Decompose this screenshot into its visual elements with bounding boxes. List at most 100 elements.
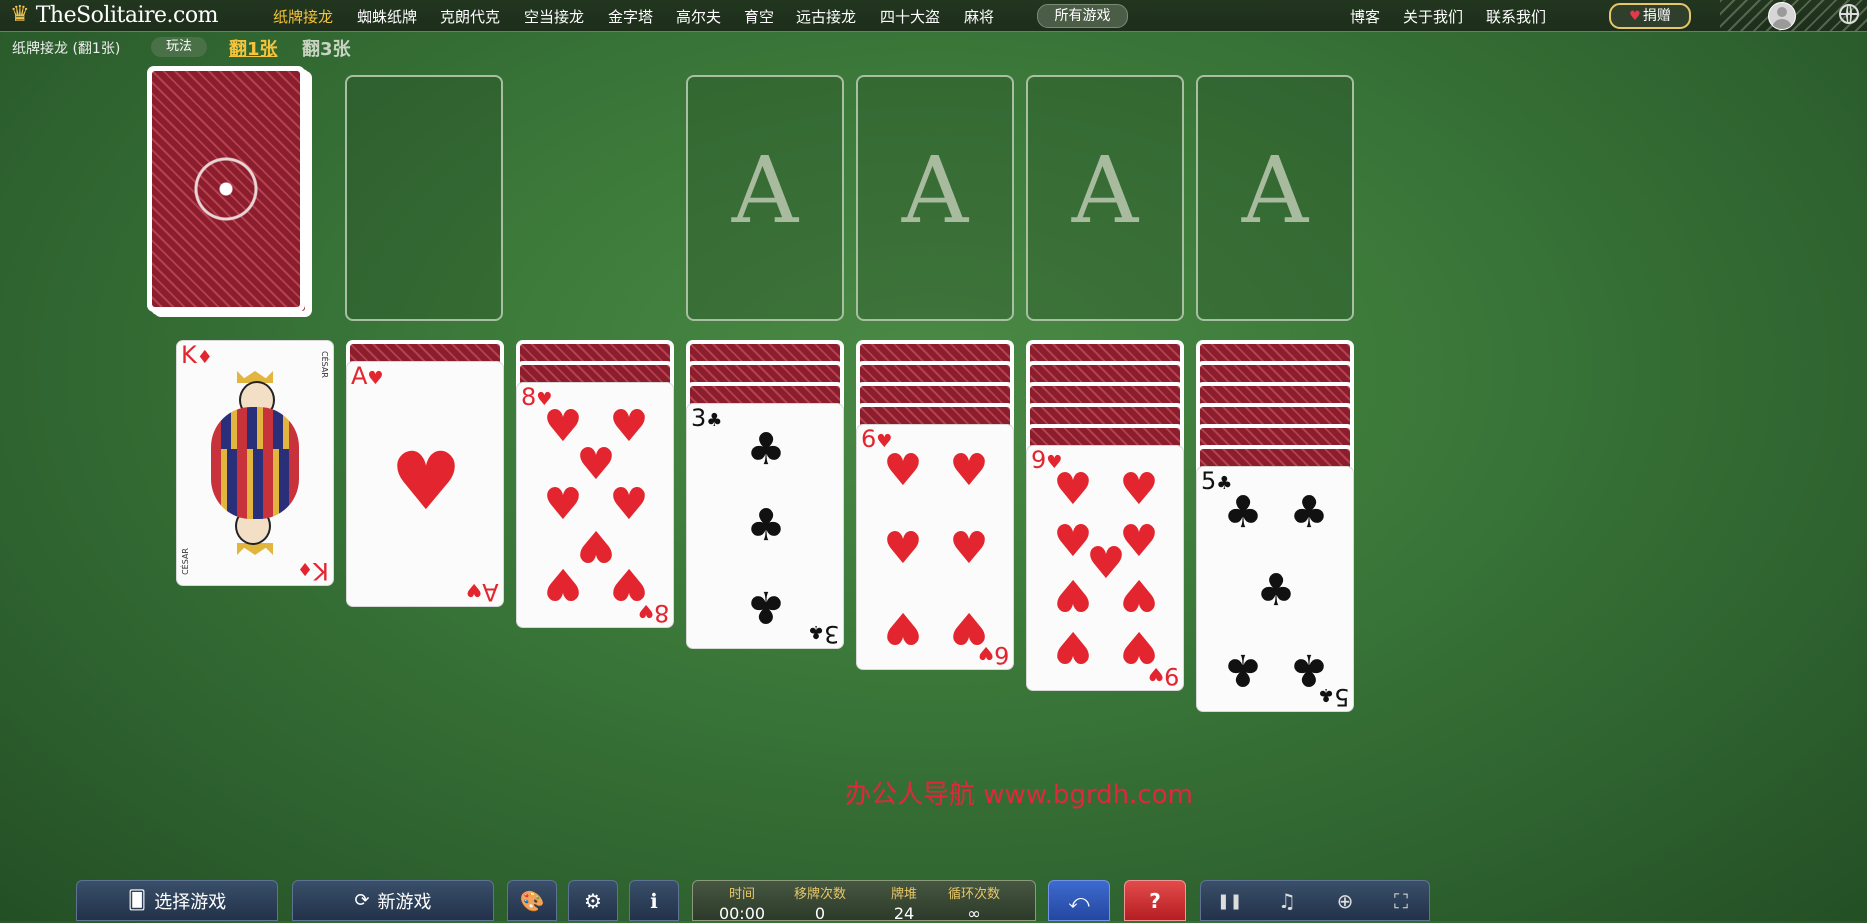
nav-item-ancient[interactable]: 远古接龙 xyxy=(796,6,856,27)
choose-game-button[interactable]: 🂠 选择游戏 xyxy=(76,880,278,921)
logo-text: TheSolitaire.com xyxy=(35,2,219,28)
card-corner: K♦ xyxy=(297,557,329,585)
card-maker-mark: CÉSAR xyxy=(181,548,190,575)
nav-item-spider[interactable]: 蜘蛛纸牌 xyxy=(357,6,417,27)
suit-pip: ♥ xyxy=(543,558,583,609)
suit-pip: ♣ xyxy=(1256,565,1296,616)
foundation-slot-3[interactable]: A xyxy=(1026,75,1184,321)
suit-pip: ♣ xyxy=(746,500,786,551)
control-panel: ❚❚ ♫ ⊕ ⛶ xyxy=(1200,880,1430,921)
waste-pile-slot[interactable] xyxy=(345,75,503,321)
foundation-slot-2[interactable]: A xyxy=(856,75,1014,321)
rules-button[interactable]: 玩法 xyxy=(151,37,207,57)
card-corner: A♥ xyxy=(351,362,384,390)
foundation-placeholder: A xyxy=(1071,137,1139,244)
info-icon: ℹ xyxy=(650,888,658,913)
zoom-icon[interactable]: ⊕ xyxy=(1333,889,1357,913)
suit-pip: ♥ xyxy=(1119,569,1159,620)
foundation-placeholder: A xyxy=(901,137,969,244)
donate-label: 捐赠 xyxy=(1642,8,1671,24)
heart-icon: ♥ xyxy=(1629,9,1641,24)
tableau-card-three-clubs[interactable]: 3♣ ♣ ♣ ♣ 3♣ xyxy=(686,403,844,649)
king-illustration xyxy=(191,367,319,559)
tableau-card-ace-hearts[interactable]: A♥ ♥ A♥ xyxy=(346,361,504,607)
suit-pip: ♣ xyxy=(746,424,786,475)
suit-pip: ♥ xyxy=(883,523,923,574)
game-stats-panel: 时间 00:00 移牌次数 0 牌堆 24 循环次数 ∞ xyxy=(692,880,1036,923)
nav-item-klondike-alt[interactable]: 克朗代克 xyxy=(440,6,500,27)
top-nav-bar: ♛ TheSolitaire.com 纸牌接龙 蜘蛛纸牌 克朗代克 空当接龙 金… xyxy=(0,0,1867,32)
question-icon: ? xyxy=(1149,888,1161,913)
nav-item-freecell[interactable]: 空当接龙 xyxy=(524,6,584,27)
new-game-label: 新游戏 xyxy=(377,891,432,913)
nav-item-yukon[interactable]: 育空 xyxy=(744,6,774,27)
card-corner: 3♣ xyxy=(691,404,723,432)
stat-moves: 移牌次数 0 xyxy=(793,887,846,923)
palette-icon: 🎨 xyxy=(519,888,545,913)
suit-pip: ♥ xyxy=(1053,464,1093,515)
suit-pip: ♥ xyxy=(949,523,989,574)
theme-button[interactable]: 🎨 xyxy=(507,880,557,921)
nav-blog[interactable]: 博客 xyxy=(1350,6,1380,27)
suit-pip: ♥ xyxy=(883,602,923,653)
nav-item-golf[interactable]: 高尔夫 xyxy=(676,6,721,27)
tableau-card-six-hearts[interactable]: 6♥ ♥ ♥ ♥ ♥ ♥ ♥ 6♥ xyxy=(856,424,1014,670)
nav-item-klondike[interactable]: 纸牌接龙 xyxy=(273,6,333,27)
user-avatar[interactable] xyxy=(1768,2,1796,30)
foundation-placeholder: A xyxy=(1241,137,1309,244)
suit-pip: ♥ xyxy=(1119,464,1159,515)
suit-pip: ♥ xyxy=(949,445,989,496)
donate-button[interactable]: ♥ 捐赠 xyxy=(1609,3,1691,29)
suit-pip: ♣ xyxy=(1223,487,1263,538)
nav-item-forty-thieves[interactable]: 四十大盗 xyxy=(880,6,940,27)
card-corner: 6♥ xyxy=(977,641,1009,669)
stock-top-card[interactable] xyxy=(147,66,305,312)
cards-icon: 🂠 xyxy=(127,890,147,911)
card-corner: 8♥ xyxy=(637,599,669,627)
draw-one-option[interactable]: 翻1张 xyxy=(229,35,278,61)
card-corner: A♥ xyxy=(466,578,499,606)
nav-item-mahjong[interactable]: 麻将 xyxy=(964,6,994,27)
language-globe-icon[interactable] xyxy=(1839,4,1859,24)
foundation-placeholder: A xyxy=(731,137,799,244)
site-logo[interactable]: ♛ TheSolitaire.com xyxy=(10,2,218,28)
foundation-slot-4[interactable]: A xyxy=(1196,75,1354,321)
card-corner: 9♥ xyxy=(1147,662,1179,690)
suit-pip: ♥ xyxy=(1053,569,1093,620)
card-corner: 5♣ xyxy=(1317,683,1349,711)
game-subbar: 纸牌接龙 (翻1张) 玩法 翻1张 翻3张 xyxy=(0,31,400,61)
nav-about[interactable]: 关于我们 xyxy=(1403,6,1463,27)
watermark-text: 办公人导航 www.bgrdh.com xyxy=(845,780,1193,810)
stat-stock: 牌堆 24 xyxy=(890,887,917,923)
draw-three-option[interactable]: 翻3张 xyxy=(302,35,351,61)
nav-item-pyramid[interactable]: 金字塔 xyxy=(608,6,653,27)
tableau-card-king-diamonds[interactable]: K♦ CÉSAR CÉSAR K♦ xyxy=(176,340,334,586)
suit-pip: ♣ xyxy=(1289,487,1329,538)
choose-game-label: 选择游戏 xyxy=(154,891,227,913)
stat-cycles: 循环次数 ∞ xyxy=(947,887,1000,923)
fullscreen-icon[interactable]: ⛶ xyxy=(1389,889,1413,913)
crown-icon: ♛ xyxy=(10,2,30,27)
card-maker-mark: CÉSAR xyxy=(320,351,329,378)
suit-pip: ♥ xyxy=(1053,621,1093,672)
nav-contact[interactable]: 联系我们 xyxy=(1486,6,1546,27)
suit-pip: ♣ xyxy=(746,581,786,632)
game-title: 纸牌接龙 (翻1张) xyxy=(12,41,121,57)
gear-icon: ⚙ xyxy=(584,888,602,913)
new-game-button[interactable]: ⟳ 新游戏 xyxy=(292,880,494,921)
settings-button[interactable]: ⚙ xyxy=(568,880,618,921)
undo-icon: ⤺ xyxy=(1068,888,1090,913)
tableau-card-eight-hearts[interactable]: 8♥ ♥ ♥ ♥ ♥ ♥ ♥ ♥ ♥ 8♥ xyxy=(516,382,674,628)
hint-button[interactable]: ? xyxy=(1124,880,1186,921)
music-icon[interactable]: ♫ xyxy=(1275,889,1299,913)
foundation-slot-1[interactable]: A xyxy=(686,75,844,321)
undo-button[interactable]: ⤺ xyxy=(1048,880,1110,921)
pause-icon[interactable]: ❚❚ xyxy=(1217,889,1242,913)
refresh-icon: ⟳ xyxy=(354,890,370,911)
tableau-card-five-clubs[interactable]: 5♣ ♣ ♣ ♣ ♣ ♣ 5♣ xyxy=(1196,466,1354,712)
tableau-card-nine-hearts[interactable]: 9♥ ♥ ♥ ♥ ♥ ♥ ♥ ♥ ♥ ♥ 9♥ xyxy=(1026,445,1184,691)
suit-pip: ♣ xyxy=(1223,644,1263,695)
info-button[interactable]: ℹ xyxy=(629,880,679,921)
card-corner: K♦ xyxy=(181,341,213,369)
all-games-button[interactable]: 所有游戏 xyxy=(1037,4,1128,28)
